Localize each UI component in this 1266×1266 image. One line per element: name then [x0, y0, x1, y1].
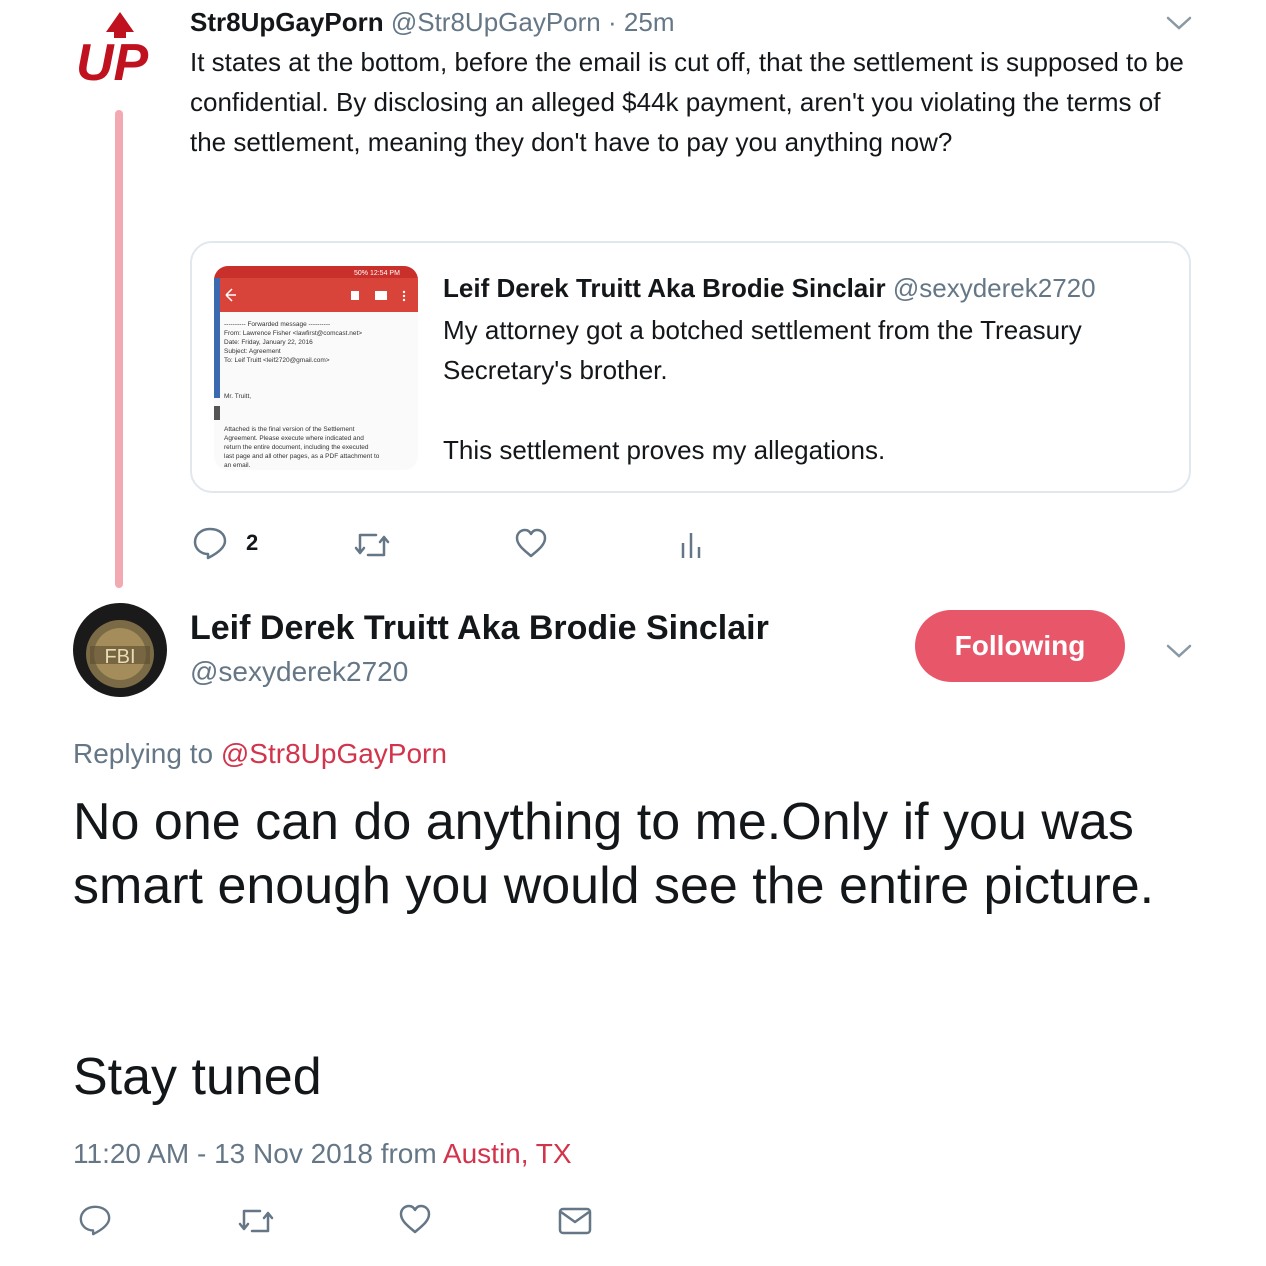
parent-retweet-button[interactable] — [354, 528, 390, 562]
tweet-metadata: 11:20 AM - 13 Nov 2018 from Austin, TX — [73, 1136, 572, 1172]
envelope-icon — [558, 1207, 592, 1235]
main-display-name[interactable]: Leif Derek Truitt Aka Brodie Sinclair — [190, 606, 769, 650]
separator-dot: · — [608, 7, 617, 37]
replying-handle-link[interactable]: @Str8UpGayPorn — [221, 738, 447, 769]
timestamp[interactable]: 11:20 AM - 13 Nov 2018 — [73, 1138, 373, 1169]
quoted-tweet-header: Leif Derek Truitt Aka Brodie Sinclair @s… — [443, 270, 1096, 306]
avatar-badge-text: FBI — [104, 646, 135, 668]
main-tweet-text: No one can do anything to me.Only if you… — [73, 793, 1155, 915]
heart-icon — [399, 1204, 431, 1234]
main-tweet-text-2: Stay tuned — [73, 1048, 322, 1106]
main-retweet-button[interactable] — [238, 1206, 274, 1242]
thumb-line: return the entire document, including th… — [224, 444, 369, 451]
parent-tweet-text: It states at the bottom, before the emai… — [190, 47, 1184, 157]
from-label: from — [380, 1138, 437, 1169]
parent-more-chevron-icon[interactable] — [1165, 14, 1193, 37]
main-handle[interactable]: @sexyderek2720 — [190, 654, 408, 690]
reply-icon — [193, 527, 227, 560]
thumb-line: Attached is the final version of the Set… — [224, 426, 355, 433]
thumb-line: Mr. Truitt, — [224, 393, 251, 400]
parent-display-name[interactable]: Str8UpGayPorn — [190, 7, 384, 37]
parent-time[interactable]: 25m — [624, 7, 675, 37]
replying-prefix: Replying to — [73, 738, 214, 769]
heart-icon — [515, 528, 547, 558]
thumb-line: ---------- Forwarded message ---------- — [224, 321, 330, 328]
analytics-icon — [681, 533, 701, 558]
parent-reply-button[interactable]: 2 — [192, 526, 258, 560]
avatar-logo-text: UP — [76, 34, 149, 92]
thumb-status-bar: 50% 12:54 PM — [354, 270, 400, 277]
thumb-line: To: Leif Truitt <leif2720@gmail.com> — [224, 357, 330, 364]
parent-avatar[interactable]: UP — [72, 8, 168, 104]
thumb-line: Agreement. Please execute where indicate… — [224, 435, 364, 442]
thumb-line: From: Lawrence Fisher <lawfirst@comcast.… — [224, 330, 362, 337]
parent-tweet-header: Str8UpGayPorn @Str8UpGayPorn · 25m — [190, 6, 674, 38]
parent-handle[interactable]: @Str8UpGayPorn — [391, 7, 601, 37]
thumb-line: last page and all other pages, as a PDF … — [224, 453, 380, 460]
quoted-tweet-thumbnail[interactable]: 50% 12:54 PM ---------- Forwarded messag… — [214, 266, 418, 470]
main-avatar[interactable]: FBI — [72, 602, 168, 698]
retweet-icon — [354, 533, 390, 557]
quoted-display-name: Leif Derek Truitt Aka Brodie Sinclair — [443, 273, 886, 303]
thumb-line: Subject: Agreement — [224, 348, 281, 355]
thumb-line: Date: Friday, January 22, 2016 — [224, 339, 313, 346]
location-link[interactable]: Austin, TX — [443, 1138, 572, 1169]
reply-icon — [79, 1205, 111, 1236]
retweet-icon — [238, 1209, 274, 1233]
following-button[interactable]: Following — [915, 610, 1125, 682]
replying-to: Replying to @Str8UpGayPorn — [73, 736, 447, 772]
main-message-button[interactable] — [557, 1206, 593, 1242]
reply-count: 2 — [246, 530, 259, 555]
parent-analytics-button[interactable] — [680, 528, 704, 562]
main-like-button[interactable] — [398, 1203, 434, 1239]
main-reply-button[interactable] — [78, 1203, 114, 1239]
quoted-tweet-text: My attorney got a botched settlement fro… — [443, 315, 1082, 465]
quoted-handle: @sexyderek2720 — [892, 273, 1096, 303]
thread-line — [115, 110, 123, 588]
parent-like-button[interactable] — [514, 526, 548, 560]
thumb-line: an email. — [224, 462, 251, 469]
main-more-chevron-icon[interactable] — [1165, 642, 1193, 665]
